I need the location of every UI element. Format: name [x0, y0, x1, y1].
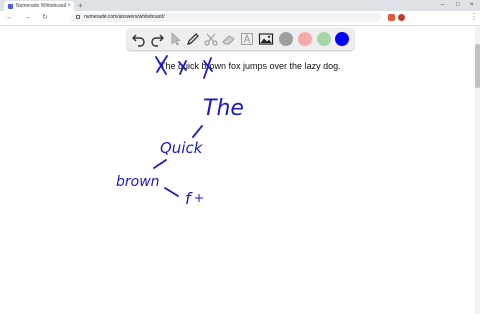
typed-sentence: The quick brown fox jumps over the lazy …	[160, 61, 341, 71]
profile-icon[interactable]	[398, 14, 405, 21]
reload-button[interactable]: ↻	[42, 13, 48, 23]
tab-close-icon[interactable]: ×	[67, 2, 71, 10]
undo-icon[interactable]	[131, 31, 147, 47]
tab-title: Numerade Whiteboard	[16, 3, 67, 9]
color-swatch-green[interactable]	[317, 32, 331, 46]
lock-icon	[76, 15, 80, 19]
redo-icon[interactable]	[149, 31, 165, 47]
browser-tab-strip: Numerade Whiteboard × + – □ ×	[0, 0, 480, 11]
scrollbar-thumb[interactable]	[475, 44, 480, 88]
back-button[interactable]: ←	[6, 13, 13, 23]
window-close-button[interactable]: ×	[470, 1, 474, 10]
vertical-scrollbar[interactable]	[475, 26, 480, 314]
color-swatch-blue[interactable]	[335, 32, 349, 46]
tool-palette	[127, 28, 354, 50]
scissors-icon[interactable]	[203, 31, 219, 47]
eraser-icon[interactable]	[221, 31, 237, 47]
select-pointer-icon[interactable]	[167, 31, 183, 47]
red-extension-icon[interactable]	[388, 14, 395, 21]
new-tab-button[interactable]: +	[78, 1, 83, 10]
text-icon[interactable]	[239, 31, 255, 47]
url-text[interactable]: numerade.com/answers/whiteboard/	[84, 13, 165, 22]
color-swatch-gray[interactable]	[279, 32, 293, 46]
browser-menu-icon[interactable]: ⋮	[470, 12, 478, 22]
browser-tab[interactable]: Numerade Whiteboard ×	[4, 1, 74, 11]
pen-icon[interactable]	[185, 31, 201, 47]
browser-toolbar: ← → ↻ numerade.com/answers/whiteboard/ ⋮	[0, 11, 480, 26]
minimize-button[interactable]: –	[441, 1, 444, 10]
image-icon[interactable]	[258, 31, 274, 47]
color-swatch-pink[interactable]	[298, 32, 312, 46]
address-bar[interactable]: numerade.com/answers/whiteboard/	[71, 13, 381, 22]
maximize-button[interactable]: □	[456, 1, 460, 10]
numerade-favicon-icon	[8, 4, 13, 9]
forward-button[interactable]: →	[24, 13, 31, 23]
